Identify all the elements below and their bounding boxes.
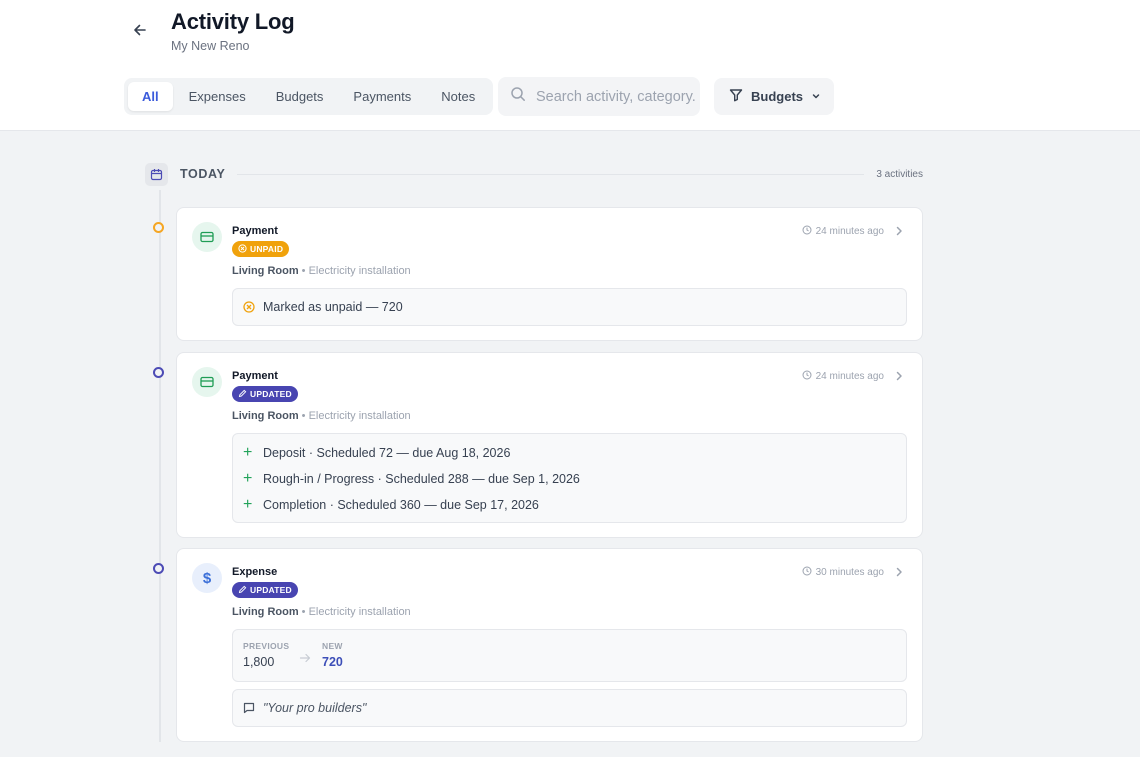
filter-icon bbox=[729, 88, 743, 105]
location-category: • Electricity installation bbox=[301, 265, 411, 277]
activity-type: Payment bbox=[232, 225, 278, 237]
page-title: Activity Log bbox=[171, 9, 295, 34]
badge-label: UPDATED bbox=[250, 585, 292, 595]
timeline-dot bbox=[153, 563, 164, 574]
header: Activity Log My New Reno All Expenses Bu… bbox=[0, 0, 1140, 131]
clock-icon bbox=[802, 566, 812, 579]
day-group-header: TODAY 3 activities bbox=[145, 162, 923, 186]
filter-tabs: All Expenses Budgets Payments Notes bbox=[124, 78, 494, 115]
plus-icon: + bbox=[243, 444, 253, 461]
detail-text: Marked as unpaid — 720 bbox=[263, 300, 403, 314]
pencil-icon bbox=[238, 585, 247, 596]
dollar-icon: $ bbox=[192, 563, 222, 593]
clock-icon bbox=[802, 370, 812, 383]
new-value-block: NEW 720 bbox=[322, 641, 343, 669]
previous-label: PREVIOUS bbox=[243, 641, 290, 651]
schedule-box: + Deposit · Scheduled 72 — due Aug 18, 2… bbox=[232, 433, 907, 523]
note-text: "Your pro builders" bbox=[263, 701, 367, 715]
status-badge: UNPAID bbox=[232, 241, 290, 257]
activity-time: 30 minutes ago bbox=[802, 566, 884, 579]
project-name: My New Reno bbox=[171, 39, 250, 53]
badge-label: UNPAID bbox=[250, 244, 284, 254]
activity-location: Living Room • Electricity installation bbox=[232, 265, 411, 277]
tab-budgets[interactable]: Budgets bbox=[262, 82, 338, 111]
previous-value-block: PREVIOUS 1,800 bbox=[243, 641, 289, 669]
list-item: + Completion · Scheduled 360 — due Sep 1… bbox=[233, 492, 906, 518]
location-room: Living Room bbox=[232, 410, 299, 422]
previous-value: 1,800 bbox=[243, 655, 275, 669]
activity-location: Living Room • Electricity installation bbox=[232, 410, 411, 422]
activity-detail-box: Marked as unpaid — 720 bbox=[232, 288, 907, 326]
unpaid-x-icon bbox=[243, 301, 263, 313]
search-icon bbox=[510, 86, 526, 107]
item-text: Completion · Scheduled 360 — due Sep 17,… bbox=[263, 498, 539, 512]
time-label: 30 minutes ago bbox=[815, 567, 884, 578]
activity-count: 3 activities bbox=[876, 168, 923, 180]
new-label: NEW bbox=[322, 641, 343, 651]
credit-card-icon bbox=[192, 222, 222, 252]
activity-type: Payment bbox=[232, 370, 278, 382]
search-box bbox=[498, 77, 700, 116]
item-text: Rough-in / Progress · Scheduled 288 — du… bbox=[263, 472, 580, 486]
comment-icon bbox=[243, 702, 263, 714]
day-label: TODAY bbox=[180, 167, 226, 181]
timeline-rail bbox=[159, 190, 161, 742]
plus-icon: + bbox=[243, 496, 253, 513]
time-label: 24 minutes ago bbox=[815, 371, 884, 382]
calendar-icon bbox=[145, 162, 168, 186]
plus-icon: + bbox=[243, 470, 253, 487]
timeline-dot bbox=[153, 222, 164, 233]
badge-label: UPDATED bbox=[250, 389, 292, 399]
clock-icon bbox=[802, 225, 812, 238]
activity-location: Living Room • Electricity installation bbox=[232, 606, 411, 618]
chevron-right-icon[interactable] bbox=[894, 369, 904, 383]
arrow-right-icon bbox=[299, 650, 311, 668]
status-badge: UPDATED bbox=[232, 386, 298, 402]
note-box: "Your pro builders" bbox=[232, 689, 907, 727]
list-item: + Deposit · Scheduled 72 — due Aug 18, 2… bbox=[233, 440, 906, 466]
budget-filter-dropdown[interactable]: Budgets bbox=[714, 78, 834, 115]
tab-notes[interactable]: Notes bbox=[427, 82, 489, 111]
value-change-box: PREVIOUS 1,800 NEW 720 bbox=[232, 629, 907, 682]
activity-card[interactable]: Payment UNPAID Living Room • Electricity… bbox=[176, 207, 923, 341]
location-category: • Electricity installation bbox=[301, 606, 411, 618]
activity-time: 24 minutes ago bbox=[802, 370, 884, 383]
pencil-icon bbox=[238, 389, 247, 400]
back-arrow-icon[interactable] bbox=[130, 20, 150, 40]
location-category: • Electricity installation bbox=[301, 410, 411, 422]
filter-label: Budgets bbox=[751, 89, 803, 104]
credit-card-icon bbox=[192, 367, 222, 397]
unpaid-circle-icon bbox=[238, 243, 247, 255]
time-label: 24 minutes ago bbox=[815, 226, 884, 237]
location-room: Living Room bbox=[232, 606, 299, 618]
search-input[interactable] bbox=[536, 88, 696, 105]
chevron-right-icon[interactable] bbox=[894, 565, 904, 579]
activity-type: Expense bbox=[232, 566, 278, 578]
chevron-down-icon bbox=[811, 89, 821, 104]
item-text: Deposit · Scheduled 72 — due Aug 18, 202… bbox=[263, 446, 511, 460]
tab-all[interactable]: All bbox=[128, 82, 173, 111]
tab-expenses[interactable]: Expenses bbox=[175, 82, 260, 111]
tab-payments[interactable]: Payments bbox=[339, 82, 425, 111]
location-room: Living Room bbox=[232, 265, 299, 277]
activity-time: 24 minutes ago bbox=[802, 225, 884, 238]
activity-card[interactable]: Payment UPDATED Living Room • Electricit… bbox=[176, 352, 923, 538]
list-item: + Rough-in / Progress · Scheduled 288 — … bbox=[233, 466, 906, 492]
chevron-right-icon[interactable] bbox=[894, 224, 904, 238]
status-badge: UPDATED bbox=[232, 582, 298, 598]
new-value: 720 bbox=[322, 655, 343, 669]
activity-card[interactable]: $ Expense UPDATED Living Room • Electric… bbox=[176, 548, 923, 742]
timeline-dot bbox=[153, 367, 164, 378]
divider bbox=[237, 173, 865, 175]
